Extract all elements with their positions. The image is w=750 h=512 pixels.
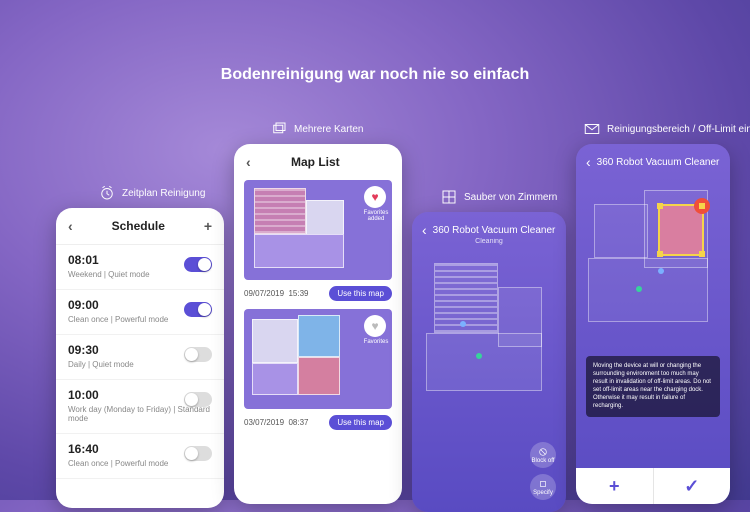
map-timestamp: 09/07/2019 15:39 xyxy=(244,289,309,298)
offlimit-toolbar: + ✓ xyxy=(576,468,730,504)
schedule-toggle[interactable] xyxy=(184,446,212,461)
headline: Bodenreinigung war noch nie so einfach xyxy=(221,66,529,84)
confirm-button[interactable]: ✓ xyxy=(654,468,731,504)
label-schedule: Zeitplan Reinigung xyxy=(98,184,205,202)
offlimit-zone[interactable]: × xyxy=(658,204,704,256)
phone-schedule: ‹ Schedule + 08:01Weekend | Quiet mode09… xyxy=(56,208,224,508)
blockoff-label: Block off xyxy=(532,458,555,464)
schedule-row[interactable]: 09:30Daily | Quiet mode xyxy=(56,335,224,380)
label-rooms: Sauber von Zimmern xyxy=(440,188,557,206)
map-timestamp: 03/07/2019 08:37 xyxy=(244,418,309,427)
label-offlimit-text: Reinigungsbereich / Off-Limit einstellen xyxy=(607,124,750,135)
envelope-icon xyxy=(583,120,601,138)
offlimit-map[interactable]: × xyxy=(588,186,718,346)
schedule-toggle[interactable] xyxy=(184,302,212,317)
label-maps-text: Mehrere Karten xyxy=(294,124,363,135)
rooms-title: 360 Robot Vacuum Cleaner xyxy=(433,225,556,236)
schedule-row[interactable]: 16:40Clean once | Powerful mode xyxy=(56,434,224,479)
phone-offlimit: ‹ 360 Robot Vacuum Cleaner × Moving the … xyxy=(576,144,730,504)
rooms-map[interactable] xyxy=(426,257,552,407)
label-schedule-text: Zeitplan Reinigung xyxy=(122,188,205,199)
favorite-caption: Favorites xyxy=(362,339,390,345)
schedule-row[interactable]: 10:00Work day (Monday to Friday) | Stand… xyxy=(56,380,224,434)
schedule-row[interactable]: 08:01Weekend | Quiet mode xyxy=(56,245,224,290)
schedule-title: Schedule xyxy=(112,219,165,233)
use-map-button[interactable]: Use this map xyxy=(329,415,392,430)
map-card: ♥ Favorites 03/07/2019 08:37 Use this map xyxy=(244,309,392,430)
map-thumbnail[interactable]: ♥ Favorites xyxy=(244,309,392,409)
maps-icon xyxy=(270,120,288,138)
add-schedule-button[interactable]: + xyxy=(204,218,212,234)
back-icon[interactable]: ‹ xyxy=(422,222,427,238)
rooms-status: Cleaning xyxy=(412,238,566,245)
back-icon[interactable]: ‹ xyxy=(246,154,251,170)
clock-icon xyxy=(98,184,116,202)
label-rooms-text: Sauber von Zimmern xyxy=(464,192,557,203)
schedule-row[interactable]: 09:00Clean once | Powerful mode xyxy=(56,290,224,335)
back-icon[interactable]: ‹ xyxy=(68,218,73,234)
phone-rooms: ‹ 360 Robot Vacuum Cleaner Cleaning Bloc… xyxy=(412,212,566,512)
blockoff-button[interactable]: Block off xyxy=(530,442,556,468)
add-zone-button[interactable]: + xyxy=(576,468,654,504)
rooms-icon xyxy=(440,188,458,206)
offlimit-title: 360 Robot Vacuum Cleaner xyxy=(597,157,720,168)
favorite-button[interactable]: ♥ xyxy=(364,186,386,208)
favorite-caption: Favorites added xyxy=(362,210,390,222)
map-thumbnail[interactable]: ♥ Favorites added xyxy=(244,180,392,280)
schedule-toggle[interactable] xyxy=(184,347,212,362)
offlimit-warning: Moving the device at will or changing th… xyxy=(586,356,720,417)
label-offlimit: Reinigungsbereich / Off-Limit einstellen xyxy=(583,120,750,138)
label-maps: Mehrere Karten xyxy=(270,120,363,138)
schedule-toggle[interactable] xyxy=(184,392,212,407)
back-icon[interactable]: ‹ xyxy=(586,154,591,170)
map-card: ♥ Favorites added 09/07/2019 15:39 Use this… xyxy=(244,180,392,301)
maplist-title: Map List xyxy=(291,155,340,169)
favorite-button[interactable]: ♥ xyxy=(364,315,386,337)
specify-button[interactable]: Specify xyxy=(530,474,556,500)
use-map-button[interactable]: Use this map xyxy=(329,286,392,301)
schedule-toggle[interactable] xyxy=(184,257,212,272)
schedule-sub: Work day (Monday to Friday) | Standard m… xyxy=(68,405,212,423)
specify-label: Specify xyxy=(533,490,553,496)
phone-maplist: ‹ Map List ♥ Favorites added 09/07/2019 15… xyxy=(234,144,402,504)
